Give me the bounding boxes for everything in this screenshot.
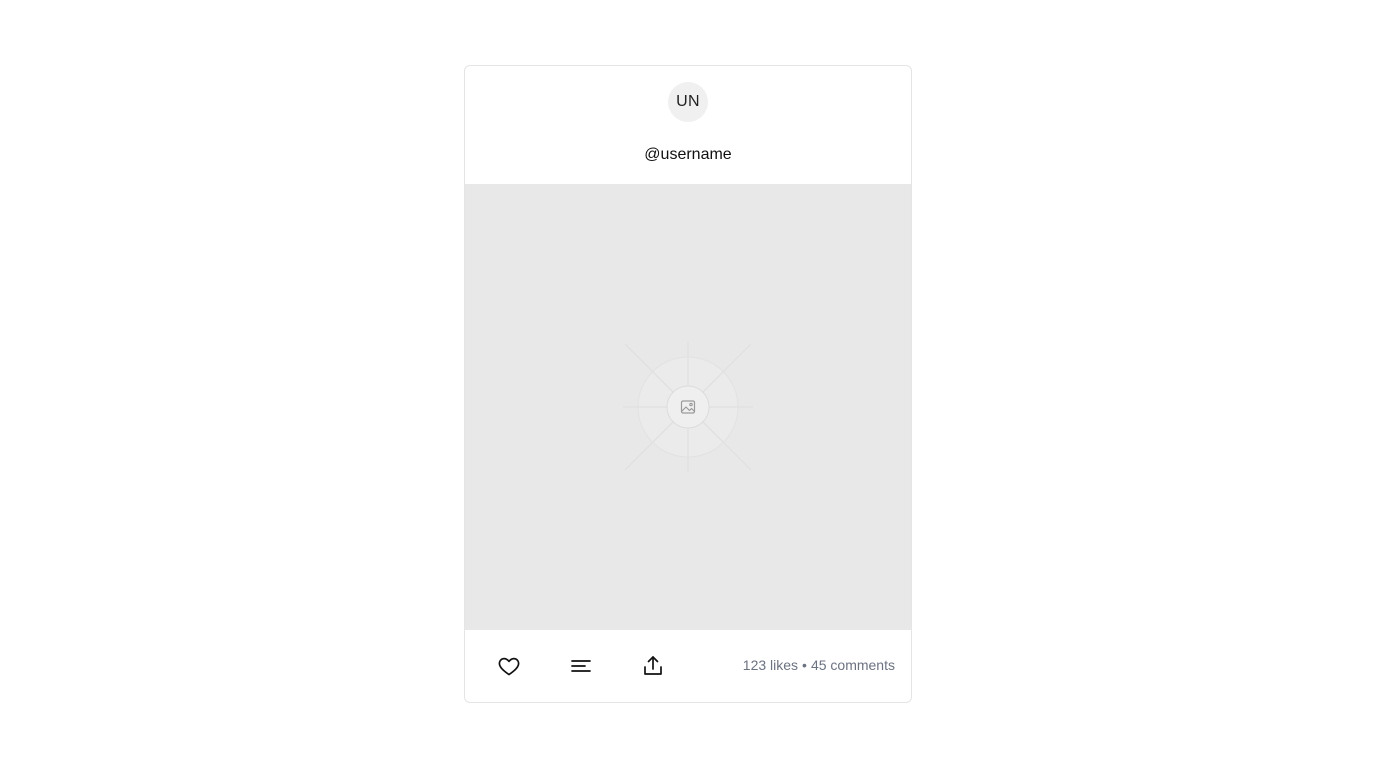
share-button[interactable] xyxy=(641,654,665,678)
comment-button[interactable] xyxy=(569,654,593,678)
post-footer: 123 likes • 45 comments xyxy=(465,630,911,702)
post-header: UN @username xyxy=(465,66,911,184)
post-image-placeholder xyxy=(465,184,911,630)
post-stats: 123 likes • 45 comments xyxy=(743,657,895,673)
likes-count[interactable]: 123 likes xyxy=(743,657,798,673)
username[interactable]: @username xyxy=(465,146,911,164)
share-icon xyxy=(644,656,662,675)
comment-lines-icon xyxy=(571,660,591,672)
stats-separator: • xyxy=(802,657,807,673)
post-card: UN @username 123 likes • 45 comments xyxy=(464,65,912,703)
comments-count[interactable]: 45 comments xyxy=(811,657,895,673)
image-placeholder-graphic xyxy=(623,342,753,472)
like-button[interactable] xyxy=(497,654,521,678)
avatar[interactable]: UN xyxy=(668,82,708,122)
heart-icon xyxy=(498,657,520,676)
